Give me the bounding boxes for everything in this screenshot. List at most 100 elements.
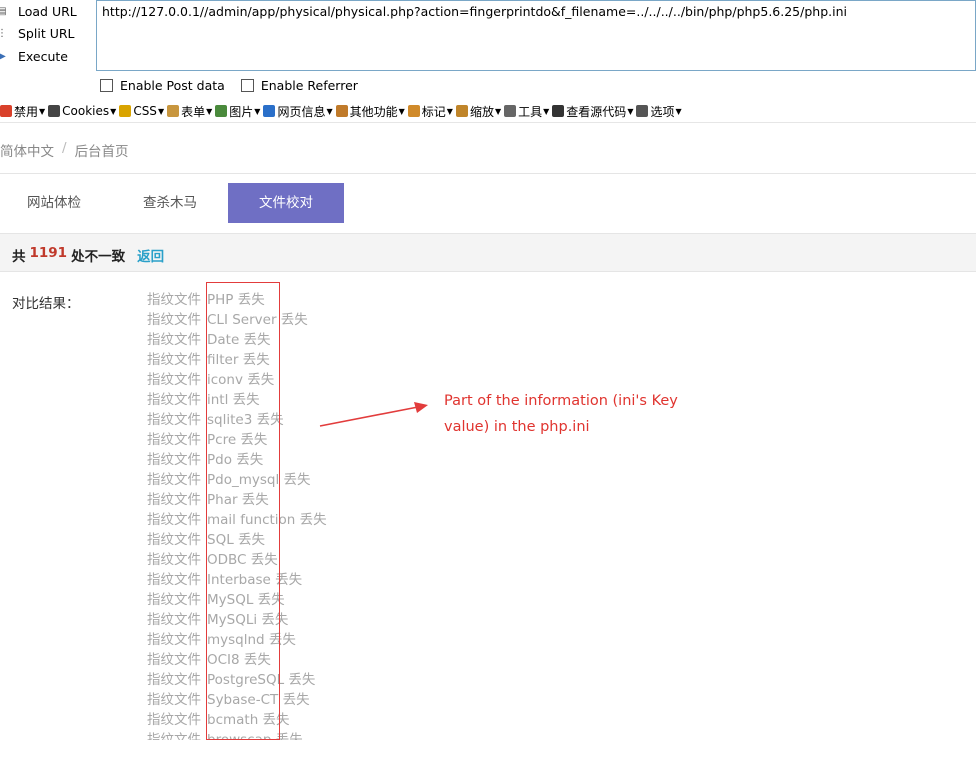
execute-label: Execute xyxy=(18,48,68,64)
list-item-prefix: 指纹文件 xyxy=(147,512,201,528)
dropdown-arrow-icon: ▼ xyxy=(39,106,46,116)
enable-referrer-label: Enable Referrer xyxy=(260,78,358,93)
devbar-item-9[interactable]: 工具 ▼ xyxy=(504,103,552,120)
list-item-prefix: 指纹文件 xyxy=(147,472,201,488)
list-item: 指纹文件 PHP 丢失 xyxy=(147,290,507,310)
tab-file-compare[interactable]: 文件校对 xyxy=(228,183,344,223)
list-item-prefix: 指纹文件 xyxy=(147,732,201,740)
load-url-icon: ▤ xyxy=(0,5,7,17)
resize-icon xyxy=(455,105,468,117)
list-item-prefix: 指纹文件 xyxy=(147,572,201,588)
list-item: 指纹文件 browscap 丢失 xyxy=(147,730,507,740)
dropdown-arrow-icon: ▼ xyxy=(326,106,333,116)
list-item-prefix: 指纹文件 xyxy=(147,292,201,308)
back-link[interactable]: 返回 xyxy=(137,245,164,265)
dropdown-arrow-icon: ▼ xyxy=(157,106,165,116)
devbar-item-label: 工具 xyxy=(518,104,543,119)
web-developer-toolbar: 禁用 ▼ Cookies ▼ CSS ▼ 表单 ▼ 图片 ▼ 网页信息 ▼ 其他功能 ▼ 标记 ▼ 缩放 ▼ 工具 ▼… xyxy=(0,100,976,123)
devbar-item-8[interactable]: 缩放 ▼ xyxy=(455,103,504,120)
list-item: 指纹文件 CLI Server 丢失 xyxy=(147,310,507,330)
list-item-prefix: 指纹文件 xyxy=(147,552,201,568)
dropdown-arrow-icon: ▼ xyxy=(206,106,213,116)
list-item: 指纹文件 Date 丢失 xyxy=(147,330,507,350)
devbar-item-label: 缩放 xyxy=(469,104,494,119)
list-item: 指纹文件 bcmath 丢失 xyxy=(147,710,507,730)
tab-site-check[interactable]: 网站体检 xyxy=(0,183,108,223)
annotation-highlight-box xyxy=(206,282,280,740)
list-item: 指纹文件 OCI8 丢失 xyxy=(147,650,507,670)
form-icon xyxy=(167,105,180,117)
breadcrumb-separator: / xyxy=(62,140,67,156)
checkbox-box xyxy=(240,79,254,92)
devbar-item-label: 查看源代码 xyxy=(566,104,627,119)
image-icon xyxy=(215,105,228,117)
devbar-item-label: CSS xyxy=(133,104,157,118)
list-item-prefix: 指纹文件 xyxy=(147,652,201,668)
result-label: 对比结果： xyxy=(12,296,80,312)
list-item-prefix: 指纹文件 xyxy=(147,312,201,328)
load-url-label: Load URL xyxy=(18,3,77,19)
devbar-item-4[interactable]: 图片 ▼ xyxy=(215,103,263,120)
breadcrumb-home[interactable]: 后台首页 xyxy=(75,140,129,160)
devbar-item-7[interactable]: 标记 ▼ xyxy=(407,103,456,120)
devbar-item-label: Cookies xyxy=(62,104,110,118)
devbar-item-10[interactable]: 查看源代码 ▼ xyxy=(552,103,636,120)
summary-suffix: 处不一致 xyxy=(71,249,126,265)
tab-trojan-scan[interactable]: 查杀木马 xyxy=(114,183,226,223)
summary: 共 1191 处不一致 返回 xyxy=(12,245,164,265)
list-item: 指纹文件 Sybase-CT 丢失 xyxy=(147,690,507,710)
tab-bar: 网站体检 查杀木马 文件校对 xyxy=(0,183,976,223)
devbar-item-11[interactable]: 选项 ▼ xyxy=(636,103,684,120)
dropdown-arrow-icon: ▼ xyxy=(494,106,502,116)
devbar-item-6[interactable]: 其他功能 ▼ xyxy=(335,103,408,120)
load-url-button[interactable]: ▤ Load URL xyxy=(0,0,77,22)
list-item-prefix: 指纹文件 xyxy=(147,492,201,508)
result-list: 指纹文件 PHP 丢失 指纹文件 CLI Server 丢失 指纹文件 Date 丢失 指纹… xyxy=(147,290,507,740)
list-item: 指纹文件 filter 丢失 xyxy=(147,350,507,370)
info-icon xyxy=(263,105,276,117)
list-item-prefix: 指纹文件 xyxy=(147,332,201,348)
list-item: 指纹文件 ODBC 丢失 xyxy=(147,550,507,570)
list-item-prefix: 指纹文件 xyxy=(147,532,201,548)
list-item-prefix: 指纹文件 xyxy=(147,632,201,648)
cookies-icon xyxy=(48,105,61,117)
enable-post-checkbox[interactable]: Enable Post data xyxy=(100,78,225,93)
execute-button[interactable]: ▶ Execute xyxy=(0,45,68,67)
devbar-item-5[interactable]: 网页信息 ▼ xyxy=(263,103,335,120)
tools-icon xyxy=(504,105,517,117)
devbar-item-1[interactable]: Cookies ▼ xyxy=(48,104,119,118)
mismatch-count: 1191 xyxy=(29,245,68,261)
enable-post-label: Enable Post data xyxy=(120,78,225,93)
list-item-prefix: 指纹文件 xyxy=(147,712,201,728)
misc-icon xyxy=(335,105,348,117)
devbar-item-3[interactable]: 表单 ▼ xyxy=(167,103,215,120)
list-item: 指纹文件 PostgreSQL 丢失 xyxy=(147,670,507,690)
summary-prefix: 共 xyxy=(12,249,26,265)
list-item: 指纹文件 mail function 丢失 xyxy=(147,510,507,530)
url-input[interactable]: http://127.0.0.1//admin/app/physical/phy… xyxy=(96,0,976,71)
devbar-item-label: 网页信息 xyxy=(277,104,326,119)
dropdown-arrow-icon: ▼ xyxy=(398,106,405,116)
enable-referrer-checkbox[interactable]: Enable Referrer xyxy=(240,78,358,93)
list-item: 指纹文件 Phar 丢失 xyxy=(147,490,507,510)
result-list-container: 指纹文件 PHP 丢失 指纹文件 CLI Server 丢失 指纹文件 Date 丢失 指纹… xyxy=(147,290,507,740)
devbar-item-0[interactable]: 禁用 ▼ xyxy=(0,103,48,120)
annotation-arrow-icon xyxy=(319,402,428,427)
split-url-button[interactable]: ⋮ Split URL xyxy=(0,22,75,44)
list-item: 指纹文件 Pdo 丢失 xyxy=(147,450,507,470)
list-item-prefix: 指纹文件 xyxy=(147,452,201,468)
list-item-prefix: 指纹文件 xyxy=(147,612,201,628)
dropdown-arrow-icon: ▼ xyxy=(543,106,550,116)
hackbar-actions: ▤ Load URL ⋮ Split URL ▶ Execute xyxy=(0,0,96,72)
devbar-item-2[interactable]: CSS ▼ xyxy=(119,104,167,118)
breadcrumb-lang[interactable]: 简体中文 xyxy=(0,140,54,160)
execute-icon: ▶ xyxy=(0,50,6,62)
list-item-prefix: 指纹文件 xyxy=(147,672,201,688)
dropdown-arrow-icon: ▼ xyxy=(254,106,261,116)
list-item: 指纹文件 SQL 丢失 xyxy=(147,530,507,550)
list-item: 指纹文件 Pdo_mysql 丢失 xyxy=(147,470,507,490)
list-item-prefix: 指纹文件 xyxy=(147,372,201,388)
hackbar-options: Enable Post data Enable Referrer xyxy=(100,78,358,93)
devbar-item-label: 其他功能 xyxy=(349,104,398,119)
dropdown-arrow-icon: ▼ xyxy=(446,106,453,116)
